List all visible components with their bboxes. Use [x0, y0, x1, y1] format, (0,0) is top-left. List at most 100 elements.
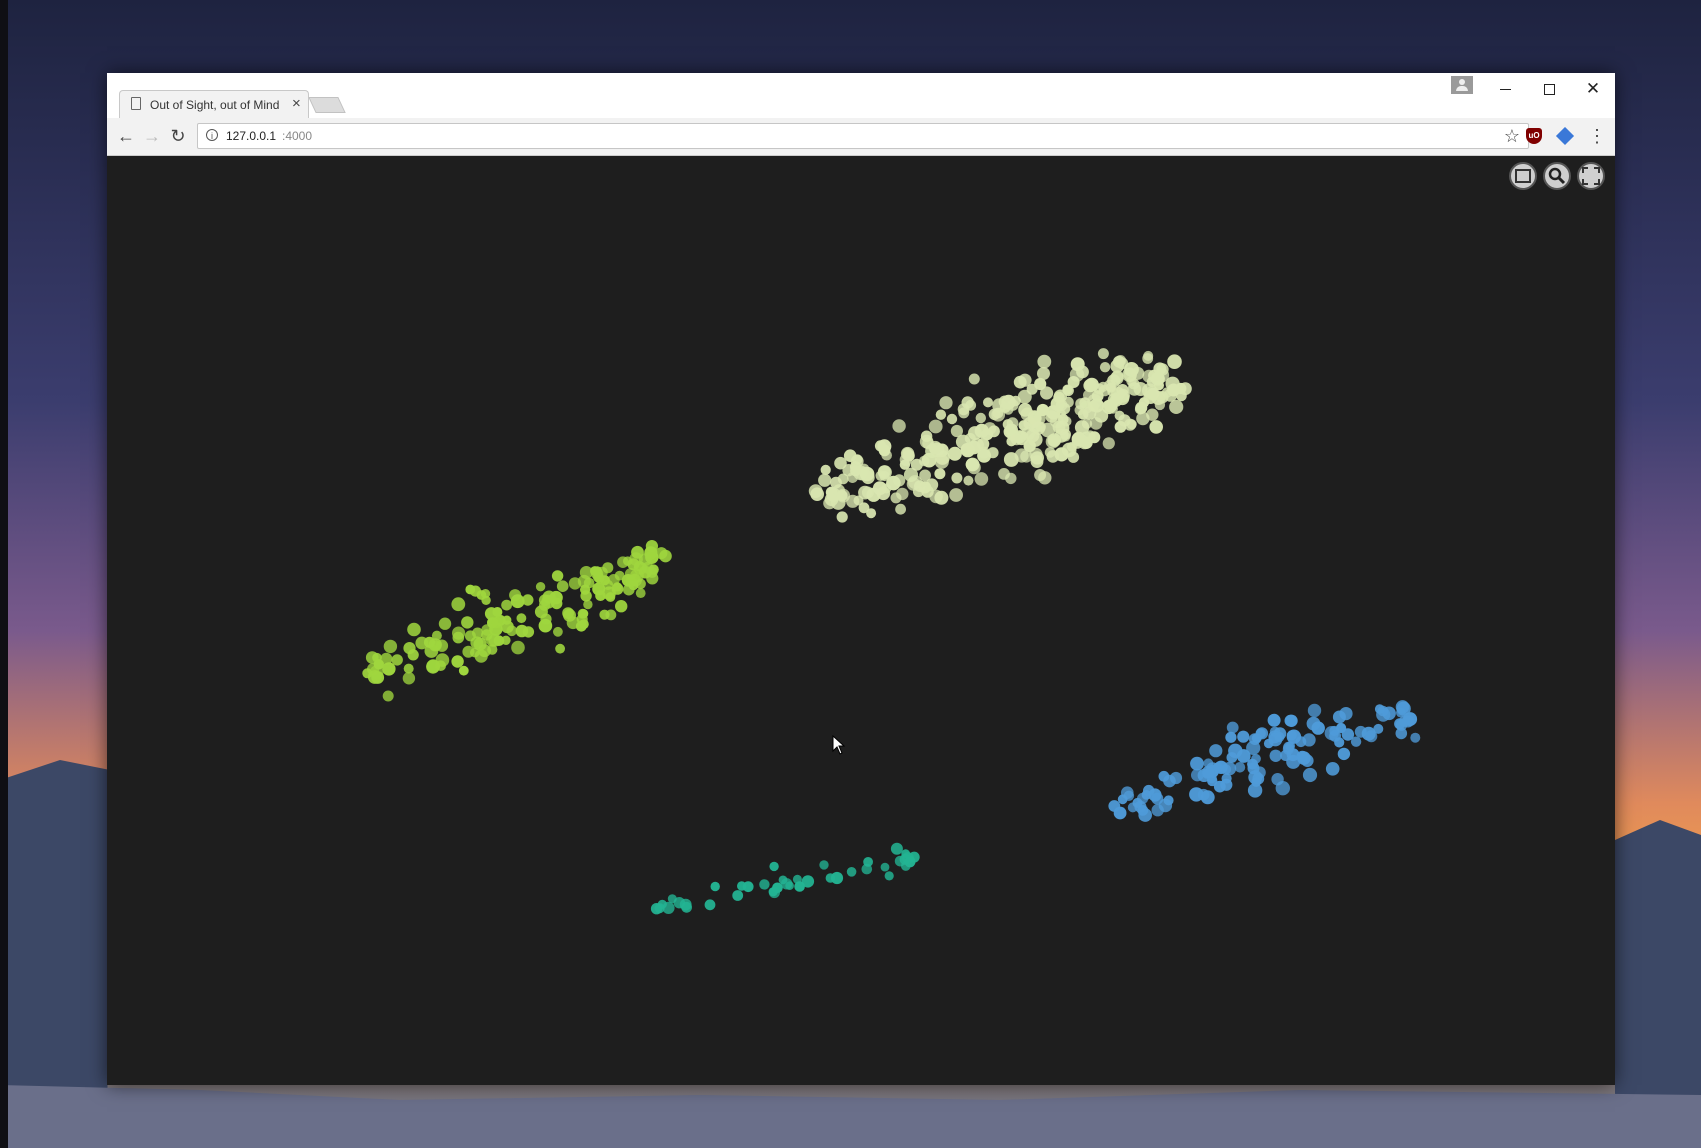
point[interactable] [435, 660, 447, 671]
point[interactable] [877, 465, 891, 479]
point[interactable] [635, 588, 646, 598]
point[interactable] [602, 562, 614, 574]
point[interactable] [1169, 771, 1183, 785]
point[interactable] [881, 449, 892, 461]
close-window-button[interactable]: ✕ [1573, 77, 1613, 101]
browser-menu-icon[interactable]: ⋮ [1588, 125, 1606, 147]
point[interactable] [491, 616, 503, 629]
point[interactable] [1141, 790, 1152, 800]
point[interactable] [1116, 384, 1129, 397]
point[interactable] [535, 582, 546, 592]
point[interactable] [737, 881, 747, 891]
point[interactable] [968, 373, 980, 385]
point[interactable] [373, 659, 384, 670]
point[interactable] [892, 419, 906, 433]
point[interactable] [1395, 719, 1408, 731]
point[interactable] [781, 878, 793, 890]
point[interactable] [659, 549, 672, 563]
point[interactable] [1087, 400, 1099, 412]
point[interactable] [667, 894, 677, 904]
point[interactable] [808, 484, 823, 498]
point[interactable] [458, 665, 469, 676]
point[interactable] [861, 486, 874, 499]
point[interactable] [605, 592, 616, 602]
point[interactable] [975, 412, 986, 424]
point[interactable] [1034, 377, 1047, 391]
point[interactable] [1226, 721, 1239, 734]
point[interactable] [1030, 451, 1044, 465]
point[interactable] [1046, 450, 1060, 463]
point[interactable] [880, 862, 890, 872]
point[interactable] [551, 570, 564, 582]
point[interactable] [801, 875, 815, 888]
point[interactable] [1220, 778, 1233, 791]
point[interactable] [553, 626, 563, 637]
point[interactable] [1236, 749, 1251, 763]
point[interactable] [509, 589, 522, 602]
point[interactable] [423, 636, 436, 648]
point[interactable] [481, 595, 491, 605]
point[interactable] [947, 446, 962, 461]
point[interactable] [1410, 732, 1421, 743]
point[interactable] [1154, 380, 1164, 391]
point[interactable] [577, 608, 588, 619]
point[interactable] [1361, 726, 1376, 741]
point[interactable] [912, 485, 925, 498]
point[interactable] [501, 620, 514, 634]
point[interactable] [382, 662, 396, 676]
point[interactable] [832, 484, 846, 497]
point[interactable] [1114, 421, 1127, 433]
point[interactable] [1311, 721, 1325, 735]
profile-icon[interactable] [1451, 76, 1473, 94]
point[interactable] [919, 469, 931, 482]
point[interactable] [599, 609, 610, 620]
point[interactable] [1014, 430, 1029, 446]
point[interactable] [960, 443, 973, 456]
point[interactable] [1045, 410, 1058, 423]
point[interactable] [1234, 762, 1246, 773]
point[interactable] [1286, 729, 1302, 744]
point[interactable] [903, 449, 915, 462]
point[interactable] [594, 574, 605, 584]
point[interactable] [1067, 376, 1080, 388]
point[interactable] [1097, 348, 1109, 360]
info-icon[interactable]: i [206, 129, 218, 141]
point[interactable] [951, 472, 963, 484]
point[interactable] [1252, 772, 1265, 785]
point[interactable] [792, 874, 802, 884]
point[interactable] [836, 511, 848, 523]
point[interactable] [895, 503, 906, 515]
address-bar[interactable]: i 127.0.0.1 :4000 ☆ [197, 123, 1529, 149]
tab-close-button[interactable]: × [292, 95, 301, 113]
point[interactable] [1302, 733, 1316, 747]
point[interactable] [1154, 399, 1166, 411]
point[interactable] [818, 473, 832, 487]
point[interactable] [645, 540, 659, 553]
point[interactable] [1337, 747, 1351, 761]
point[interactable] [961, 396, 974, 409]
point[interactable] [963, 475, 974, 486]
point[interactable] [819, 860, 829, 870]
point[interactable] [759, 879, 770, 890]
point[interactable] [383, 639, 398, 654]
point[interactable] [1190, 756, 1204, 771]
point[interactable] [1247, 783, 1263, 798]
point[interactable] [946, 413, 958, 425]
point[interactable] [511, 640, 525, 655]
point[interactable] [1143, 350, 1154, 361]
scatter-viewer[interactable] [107, 156, 1615, 1085]
fullscreen-control[interactable] [1577, 162, 1605, 190]
point[interactable] [1136, 411, 1150, 426]
point[interactable] [382, 690, 394, 702]
point[interactable] [949, 488, 963, 502]
point[interactable] [769, 861, 779, 872]
point[interactable] [910, 458, 923, 471]
point[interactable] [1013, 375, 1027, 389]
point[interactable] [638, 553, 652, 567]
point[interactable] [1123, 790, 1135, 801]
new-tab-button[interactable] [308, 97, 346, 113]
point[interactable] [1297, 751, 1311, 765]
point[interactable] [1002, 419, 1014, 430]
point[interactable] [452, 626, 466, 640]
point[interactable] [1134, 800, 1147, 813]
